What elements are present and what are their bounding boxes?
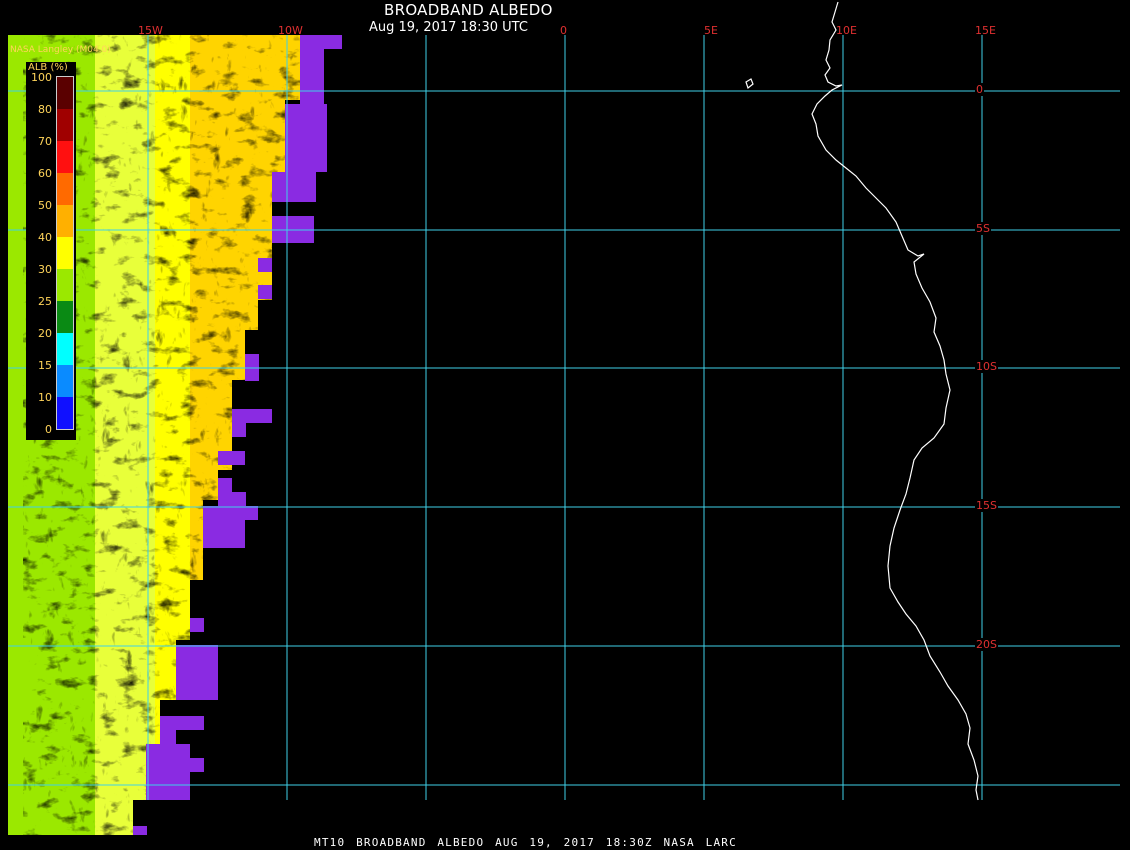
legend-swatch [57, 301, 73, 333]
legend-tick-50: 50 [38, 199, 52, 212]
lat-label-15s: 15S [975, 499, 998, 512]
lon-label-10w: 10W [278, 24, 303, 37]
observation-datetime: Aug 19, 2017 18:30 UTC [369, 20, 528, 35]
footer-caption: MT10 BROADBAND ALBEDO AUG 19, 2017 18:30… [314, 836, 737, 849]
legend-tick-25: 25 [38, 295, 52, 308]
legend-tick-100: 100 [31, 71, 52, 84]
legend-tick-80: 80 [38, 103, 52, 116]
lat-label-5s: 5S [975, 222, 991, 235]
product-title: BROADBAND ALBEDO [384, 1, 553, 19]
legend-tick-15: 15 [38, 359, 52, 372]
producer-credit: NASA Langley (M04.0) [10, 45, 111, 55]
legend-colorbar [56, 76, 74, 430]
legend-tick-20: 20 [38, 327, 52, 340]
coastline [745, 1, 979, 801]
legend-tick-40: 40 [38, 231, 52, 244]
legend-tick-60: 60 [38, 167, 52, 180]
legend-tick-30: 30 [38, 263, 52, 276]
lon-label-15w: 15W [138, 24, 163, 37]
lat-label-20s: 20S [975, 638, 998, 651]
lat-label-0: 0 [975, 83, 984, 96]
albedo-map [8, 1, 1120, 835]
legend-swatch [57, 77, 73, 109]
legend-swatch [57, 365, 73, 397]
lon-label-0: 0 [560, 24, 567, 37]
legend-swatch [57, 141, 73, 173]
lon-label-10e: 10E [836, 24, 857, 37]
legend-swatch [57, 173, 73, 205]
legend-swatch [57, 237, 73, 269]
lat-label-10s: 10S [975, 360, 998, 373]
legend-swatch [57, 205, 73, 237]
legend-swatch [57, 333, 73, 365]
lon-label-15e: 15E [975, 24, 996, 37]
legend-swatch [57, 397, 73, 429]
legend-swatch [57, 269, 73, 301]
legend-tick-70: 70 [38, 135, 52, 148]
albedo-legend: ALB (%) 100 80 70 60 50 40 30 25 20 15 1… [26, 62, 76, 440]
legend-tick-0: 0 [45, 423, 52, 436]
albedo-map-view: BROADBAND ALBEDO Aug 19, 2017 18:30 UTC … [0, 0, 1130, 850]
lon-label-5e: 5E [704, 24, 718, 37]
legend-tick-10: 10 [38, 391, 52, 404]
legend-swatch [57, 109, 73, 141]
